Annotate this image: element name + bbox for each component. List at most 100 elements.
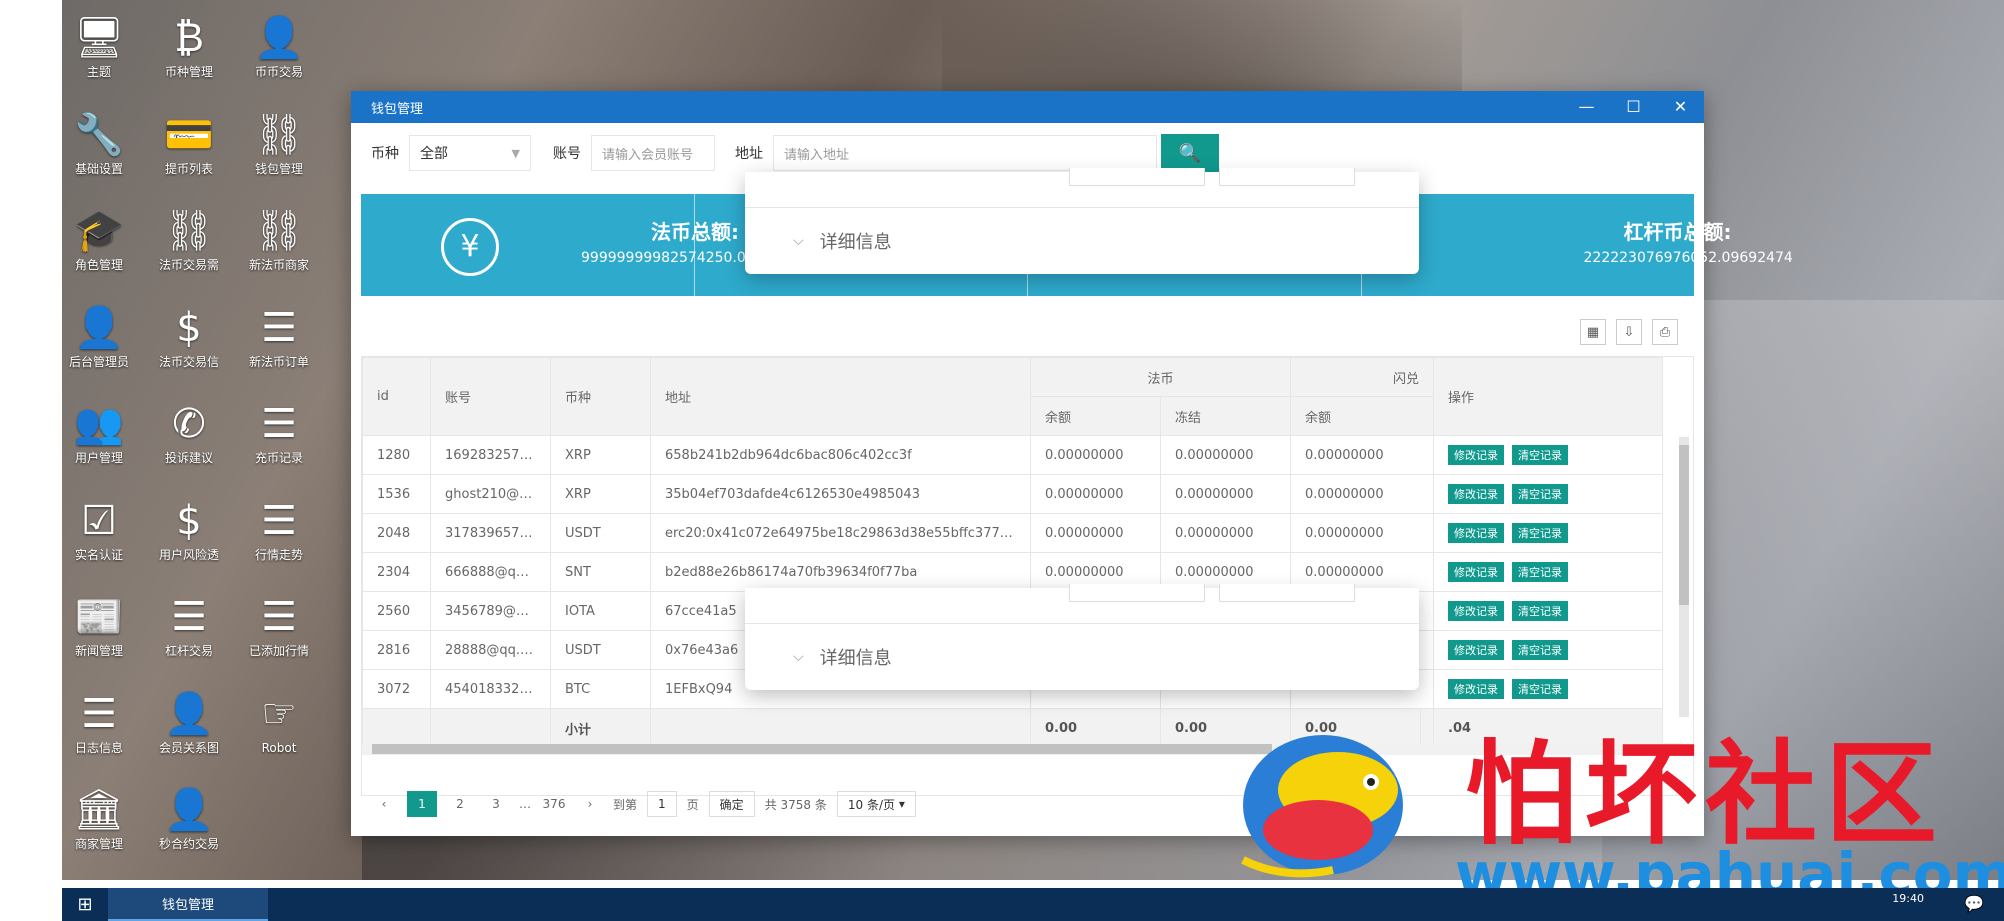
desktop-icon-16[interactable]: $ 用户风险透 [145,497,233,563]
desktop-icon-15[interactable]: ☑ 实名认证 [55,497,143,563]
desktop-icon-25[interactable]: 👤 秒合约交易 [145,786,233,852]
desktop-icon-label: 法币交易信 [158,354,219,369]
notification-icon[interactable]: 💬 [1964,894,1984,913]
phone-icon: ✆ [172,401,206,447]
clear-record-button[interactable]: 清空记录 [1512,523,1569,543]
list-icon: ☰ [261,497,297,544]
edit-record-button[interactable]: 修改记录 [1448,601,1505,621]
desktop-icon-5[interactable]: ⛓ 钱包管理 [235,111,323,177]
export-icon[interactable]: ⇩ [1616,319,1642,345]
search-button[interactable]: 🔍 [1161,134,1219,172]
clear-record-button[interactable]: 清空记录 [1512,562,1569,582]
cell-balance: 0.00000000 [1030,474,1161,514]
list-icon: ☰ [81,690,117,737]
edit-record-button[interactable]: 修改记录 [1448,679,1505,699]
desktop-icon-17[interactable]: ☰ 行情走势 [235,497,323,563]
cell-currency: IOTA [550,591,651,631]
desktop-icon-13[interactable]: ✆ 投诉建议 [145,400,233,466]
header-id: id [362,357,431,436]
table-toolbar: ▦ ⇩ ⎙ [1580,319,1678,345]
header-balance: 余额 [1030,396,1161,436]
account-input[interactable]: 请输入会员账号 [591,135,715,171]
clear-record-button[interactable]: 清空记录 [1512,601,1569,621]
desktop-icon-2[interactable]: 👤 币币交易 [235,14,323,80]
desktop-icon-22[interactable]: 👤 会员关系图 [145,690,233,756]
desktop-icon-7[interactable]: ⛓ 法币交易需 [145,207,233,273]
minimize-icon[interactable]: — [1563,91,1610,123]
window-titlebar[interactable]: 钱包管理 — ☐ ✕ [351,91,1704,123]
newspaper-icon: 📰 [74,594,124,640]
desktop-icon-label: 法币交易需 [158,258,219,272]
desktop-icon-4[interactable]: 💳 提币列表 [145,111,233,177]
desktop-icon-6[interactable]: 🎓 角色管理 [55,207,143,273]
chevron-down-icon: ⌵ [793,649,804,665]
clear-record-button[interactable]: 清空记录 [1512,484,1569,504]
desktop-icon-21[interactable]: ☰ 日志信息 [55,690,143,756]
list-icon: ☰ [261,594,297,640]
windows-icon: ⊞ [77,894,93,915]
desktop-icon-1[interactable]: ₿ 币种管理 [145,14,233,80]
desktop-icon-20[interactable]: ☰ 已添加行情 [235,593,323,659]
prev-page-button[interactable]: ‹ [371,791,397,817]
desktop-icon-18[interactable]: 📰 新闻管理 [55,593,143,659]
desktop-icon-0[interactable]: 🖥 主题 [55,14,143,80]
address-input[interactable]: 请输入地址 [773,135,1157,171]
cell-operation: 修改记录 清空记录 [1433,435,1664,475]
header-currency: 币种 [550,357,651,436]
desktop-icon-label: 币币交易 [254,65,303,79]
clear-record-button[interactable]: 清空记录 [1512,640,1569,660]
clear-record-button[interactable]: 清空记录 [1512,445,1569,465]
desktop-icon-label: 商家管理 [74,837,123,851]
goto-label: 到第 [613,797,638,812]
page-2-button[interactable]: 2 [447,791,473,817]
close-icon[interactable]: ✕ [1657,91,1704,123]
next-page-button[interactable]: › [577,791,603,817]
header-account: 账号 [430,357,551,436]
desktop-icon-12[interactable]: 👥 用户管理 [55,400,143,466]
currency-select[interactable]: 全部 ▼ [409,135,531,171]
maximize-icon[interactable]: ☐ [1610,91,1657,123]
table-row: 1280 169283257… XRP 658b241b2db964dc6bac806… [362,435,1664,475]
edit-record-button[interactable]: 修改记录 [1448,484,1505,504]
cell-currency: SNT [550,552,651,592]
goto-page-input[interactable]: 1 [647,791,677,817]
page-3-button[interactable]: 3 [483,791,509,817]
desktop-icon-8[interactable]: ⛓ 新法币商家 [235,207,323,273]
add-user-icon: 👤 [254,15,304,61]
per-page-value: 10 条/页 [847,797,895,812]
vertical-scrollbar[interactable] [1679,437,1689,717]
desktop-icon-23[interactable]: ☞ Robot [235,690,323,756]
desktop-icon-3[interactable]: 🔧 基础设置 [55,111,143,177]
detail-toggle[interactable]: ⌵ 详细信息 [745,624,1419,690]
detail-label: 详细信息 [819,648,892,669]
edit-record-button[interactable]: 修改记录 [1448,640,1505,660]
page-1-button[interactable]: 1 [407,791,437,817]
desktop-icon-label: 币种管理 [164,65,213,79]
desktop-icon-19[interactable]: ☰ 杠杆交易 [145,593,233,659]
cell-account: 169283257… [430,435,551,475]
goto-confirm-button[interactable]: 确定 [708,791,755,817]
address-label: 地址 [735,146,763,162]
desktop-icon-11[interactable]: ☰ 新法币订单 [235,304,323,370]
clear-record-button[interactable]: 清空记录 [1512,679,1569,699]
desktop-icon-10[interactable]: $ 法币交易信 [145,304,233,370]
card-icon: 💳 [164,111,214,158]
desktop-icon-9[interactable]: 👤 后台管理员 [55,304,143,370]
edit-record-button[interactable]: 修改记录 [1448,445,1505,465]
edit-record-button[interactable]: 修改记录 [1448,523,1505,543]
wrench-icon: 🔧 [74,111,124,158]
columns-icon[interactable]: ▦ [1580,319,1606,345]
desktop-icon-24[interactable]: 🏛 商家管理 [55,786,143,852]
edit-record-button[interactable]: 修改记录 [1448,562,1505,582]
per-page-select[interactable]: 10 条/页 ▾ [836,791,916,817]
desktop-icon-14[interactable]: ☰ 充币记录 [235,400,323,466]
page-last-button[interactable]: 376 [541,791,567,817]
print-icon[interactable]: ⎙ [1652,319,1678,345]
cell-address: 35b04ef703dafde4c6126530e4985043 [650,474,1031,514]
taskbar-item-wallet[interactable]: 钱包管理 [108,888,268,921]
leverage-total-value: 222223076976052.09692474 [1583,250,1793,266]
cell-currency: USDT [550,630,651,670]
start-button[interactable]: ⊞ [62,888,108,921]
cell-currency: XRP [550,474,651,514]
detail-toggle[interactable]: ⌵ 详细信息 [745,208,1419,274]
